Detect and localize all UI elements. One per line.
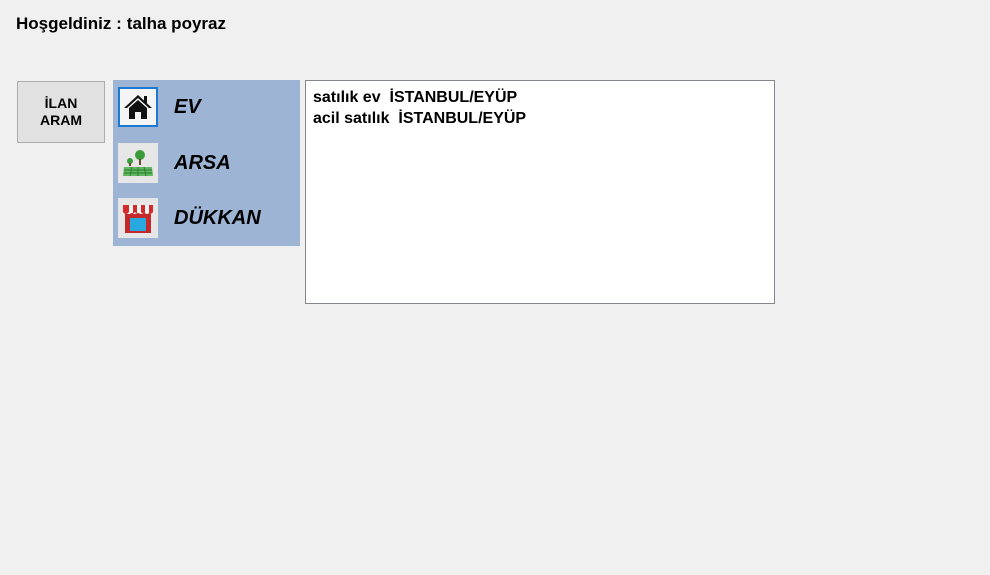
welcome-label: Hoşgeldiniz : (16, 14, 122, 33)
category-item-ev[interactable]: EV (118, 85, 300, 129)
listings-list[interactable]: satılık ev İSTANBUL/EYÜP acil satılık İS… (305, 80, 775, 304)
my-listings-button-line2: ARAM (40, 112, 82, 128)
category-label-arsa: ARSA (174, 151, 231, 174)
category-item-dukkan[interactable]: DÜKKAN (118, 196, 300, 240)
category-item-arsa[interactable]: ARSA (118, 141, 300, 185)
my-listings-button-line1: İLAN (44, 95, 78, 111)
user-name: talha poyraz (126, 14, 226, 33)
category-panel: EV ARSA DÜKKAN (113, 80, 300, 246)
land-icon[interactable] (118, 143, 158, 183)
list-item[interactable]: acil satılık İSTANBUL/EYÜP (313, 108, 767, 129)
shop-icon[interactable] (118, 198, 158, 238)
list-item[interactable]: satılık ev İSTANBUL/EYÜP (313, 87, 767, 108)
welcome-header: Hoşgeldiniz : talha poyraz (16, 14, 226, 34)
my-listings-button[interactable]: İLAN ARAM (17, 81, 105, 143)
category-label-ev: EV (174, 95, 201, 118)
house-icon[interactable] (118, 87, 158, 127)
category-label-dukkan: DÜKKAN (174, 206, 261, 229)
